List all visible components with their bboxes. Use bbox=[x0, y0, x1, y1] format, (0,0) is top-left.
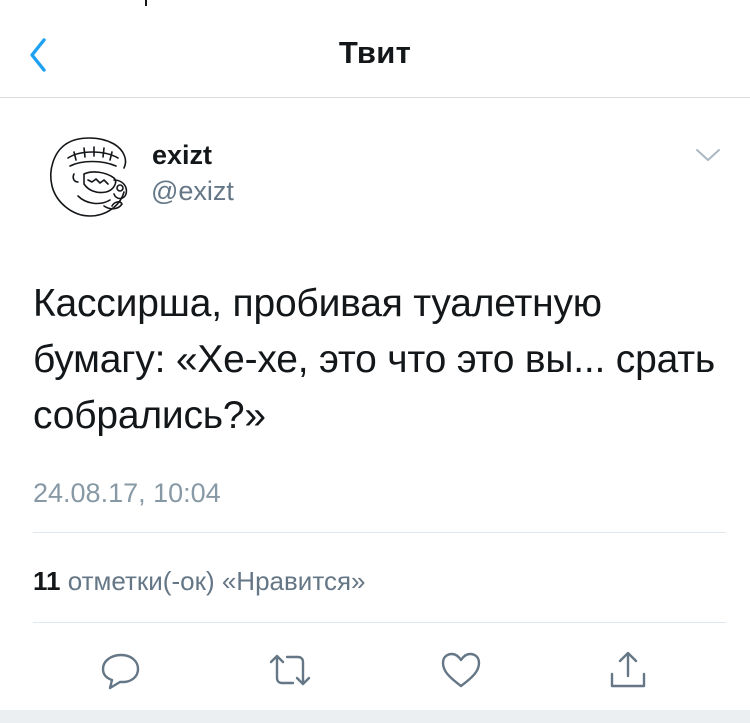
sketch-avatar-icon bbox=[50, 137, 128, 217]
tweet-text: Кассирша, пробивая туалетную бумагу: «Хе… bbox=[33, 282, 715, 437]
page-title: Твит bbox=[338, 35, 412, 70]
likes-label: отметки(-ок) «Нравится» bbox=[67, 566, 366, 596]
tweet-timestamp: 24.08.17, 10:04 bbox=[33, 478, 221, 508]
navigation-bar: Твит bbox=[0, 8, 750, 98]
author-name[interactable]: exizt bbox=[152, 140, 212, 171]
tweet-screen: Твит exizt @exizt Кассирша, пробивая туа… bbox=[0, 0, 750, 723]
retweet-button[interactable] bbox=[268, 650, 312, 690]
more-options-button[interactable] bbox=[693, 145, 723, 165]
divider bbox=[33, 622, 726, 623]
likes-count: 11 bbox=[33, 566, 61, 596]
share-button[interactable] bbox=[606, 650, 650, 690]
status-bar-mark bbox=[145, 0, 147, 6]
avatar[interactable] bbox=[44, 130, 136, 222]
divider bbox=[33, 532, 726, 533]
like-button[interactable] bbox=[439, 650, 483, 690]
retweet-icon bbox=[269, 654, 311, 686]
status-bar-remnant bbox=[0, 0, 750, 8]
likes-summary[interactable]: 11 отметки(-ок) «Нравится» bbox=[33, 566, 366, 597]
reply-icon bbox=[101, 653, 140, 690]
chevron-down-icon bbox=[696, 149, 720, 161]
heart-icon bbox=[441, 652, 481, 688]
bottom-strip bbox=[0, 710, 750, 723]
reply-button[interactable] bbox=[99, 650, 143, 690]
share-icon bbox=[610, 651, 646, 688]
author-handle[interactable]: @exizt bbox=[151, 176, 234, 207]
